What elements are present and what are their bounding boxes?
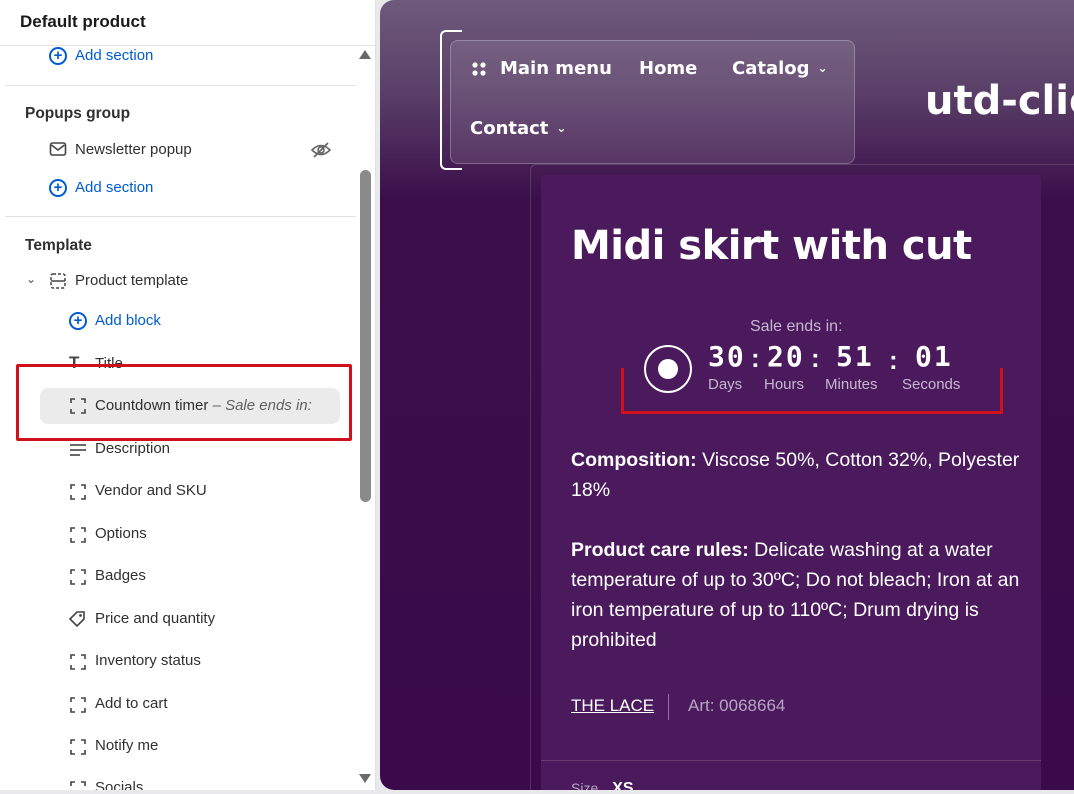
product-title: Midi skirt with cut: [571, 223, 972, 269]
block-icon: [69, 780, 87, 790]
chevron-down-icon: ⌄: [817, 61, 828, 75]
paragraph-icon: [69, 442, 87, 458]
highlight-box-countdown: [621, 368, 1003, 414]
menu-item-main-menu[interactable]: Main menu: [500, 58, 612, 79]
product-info-card: Midi skirt with cut Sale ends in: 30 : 2…: [541, 175, 1041, 790]
divider: [5, 85, 356, 86]
block-icon: [69, 696, 87, 714]
page-title: Default product: [20, 12, 146, 31]
sidebar-block-options[interactable]: Options: [95, 525, 147, 542]
add-section-link-header[interactable]: Add section: [75, 47, 153, 64]
add-block-link[interactable]: Add block: [95, 312, 161, 329]
size-label: Size: [571, 780, 599, 790]
countdown-label: Sale ends in:: [750, 318, 843, 335]
chevron-down-icon[interactable]: ⌄: [26, 272, 36, 286]
add-section-link-popups[interactable]: Add section: [75, 179, 153, 196]
sidebar-header: Default product: [0, 0, 375, 46]
divider: [541, 760, 1041, 761]
sidebar-block-inventory-status[interactable]: Inventory status: [95, 652, 201, 669]
size-option[interactable]: Size XS: [571, 780, 634, 790]
popups-group-title: Popups group: [25, 105, 131, 122]
sidebar-block-add-to-cart[interactable]: Add to cart: [95, 695, 168, 712]
sidebar-block-badges[interactable]: Badges: [95, 567, 146, 584]
sidebar-block-price-quantity[interactable]: Price and quantity: [95, 610, 215, 627]
plus-circle-icon: +: [49, 47, 67, 65]
scroll-up-arrow-icon[interactable]: [359, 50, 371, 59]
eye-off-icon[interactable]: [310, 140, 332, 160]
product-care-rules: Product care rules: Delicate washing at …: [571, 535, 1021, 655]
template-section-icon: [49, 272, 67, 290]
divider: [5, 216, 356, 217]
add-section-button-header[interactable]: +: [49, 47, 67, 65]
sidebar-block-description[interactable]: Description: [95, 440, 170, 457]
scroll-down-arrow-icon[interactable]: [359, 774, 371, 783]
dots-grid-icon: [471, 61, 487, 77]
add-section-button-popups[interactable]: +: [49, 179, 67, 197]
storefront-preview: Main menu Home Catalog ⌄ Contact ⌄ utd-cli…: [380, 0, 1074, 790]
envelope-icon: [49, 141, 67, 157]
chevron-down-icon: ⌄: [556, 121, 567, 135]
block-icon: [69, 526, 87, 544]
scrollbar-thumb[interactable]: [360, 170, 371, 502]
contact-label: Contact: [470, 118, 549, 139]
add-block-button[interactable]: +: [69, 312, 87, 330]
care-label: Product care rules:: [571, 539, 749, 561]
composition-label: Composition:: [571, 449, 697, 471]
menu-item-contact[interactable]: Contact ⌄: [470, 118, 566, 139]
highlight-box-sidebar: [16, 364, 352, 441]
vendor-link[interactable]: THE LACE: [571, 696, 654, 716]
product-composition: Composition: Viscose 50%, Cotton 32%, Po…: [571, 445, 1021, 505]
block-icon: [69, 568, 87, 586]
store-logo-text[interactable]: utd-clie: [925, 78, 1074, 124]
sidebar-block-vendor-sku[interactable]: Vendor and SKU: [95, 482, 207, 499]
divider: [668, 694, 669, 720]
plus-circle-icon: +: [69, 312, 87, 330]
editor-sidebar: Default product + Add section Popups gro…: [0, 0, 376, 790]
sku-text: Art: 0068664: [688, 696, 786, 715]
price-tag-icon: [68, 610, 88, 628]
sidebar-item-newsletter-popup[interactable]: Newsletter popup: [75, 141, 192, 158]
block-icon: [69, 653, 87, 671]
sidebar-block-socials[interactable]: Socials: [95, 779, 143, 790]
menu-item-home[interactable]: Home: [639, 58, 697, 79]
template-group-title: Template: [25, 237, 92, 254]
sidebar-block-notify-me[interactable]: Notify me: [95, 737, 158, 754]
block-icon: [69, 738, 87, 756]
plus-circle-icon: +: [49, 179, 67, 197]
size-value: XS: [612, 780, 634, 790]
sidebar-item-product-template[interactable]: Product template: [75, 272, 188, 289]
catalog-label: Catalog: [732, 58, 810, 79]
block-icon: [69, 483, 87, 501]
menu-item-catalog[interactable]: Catalog ⌄: [732, 58, 828, 79]
